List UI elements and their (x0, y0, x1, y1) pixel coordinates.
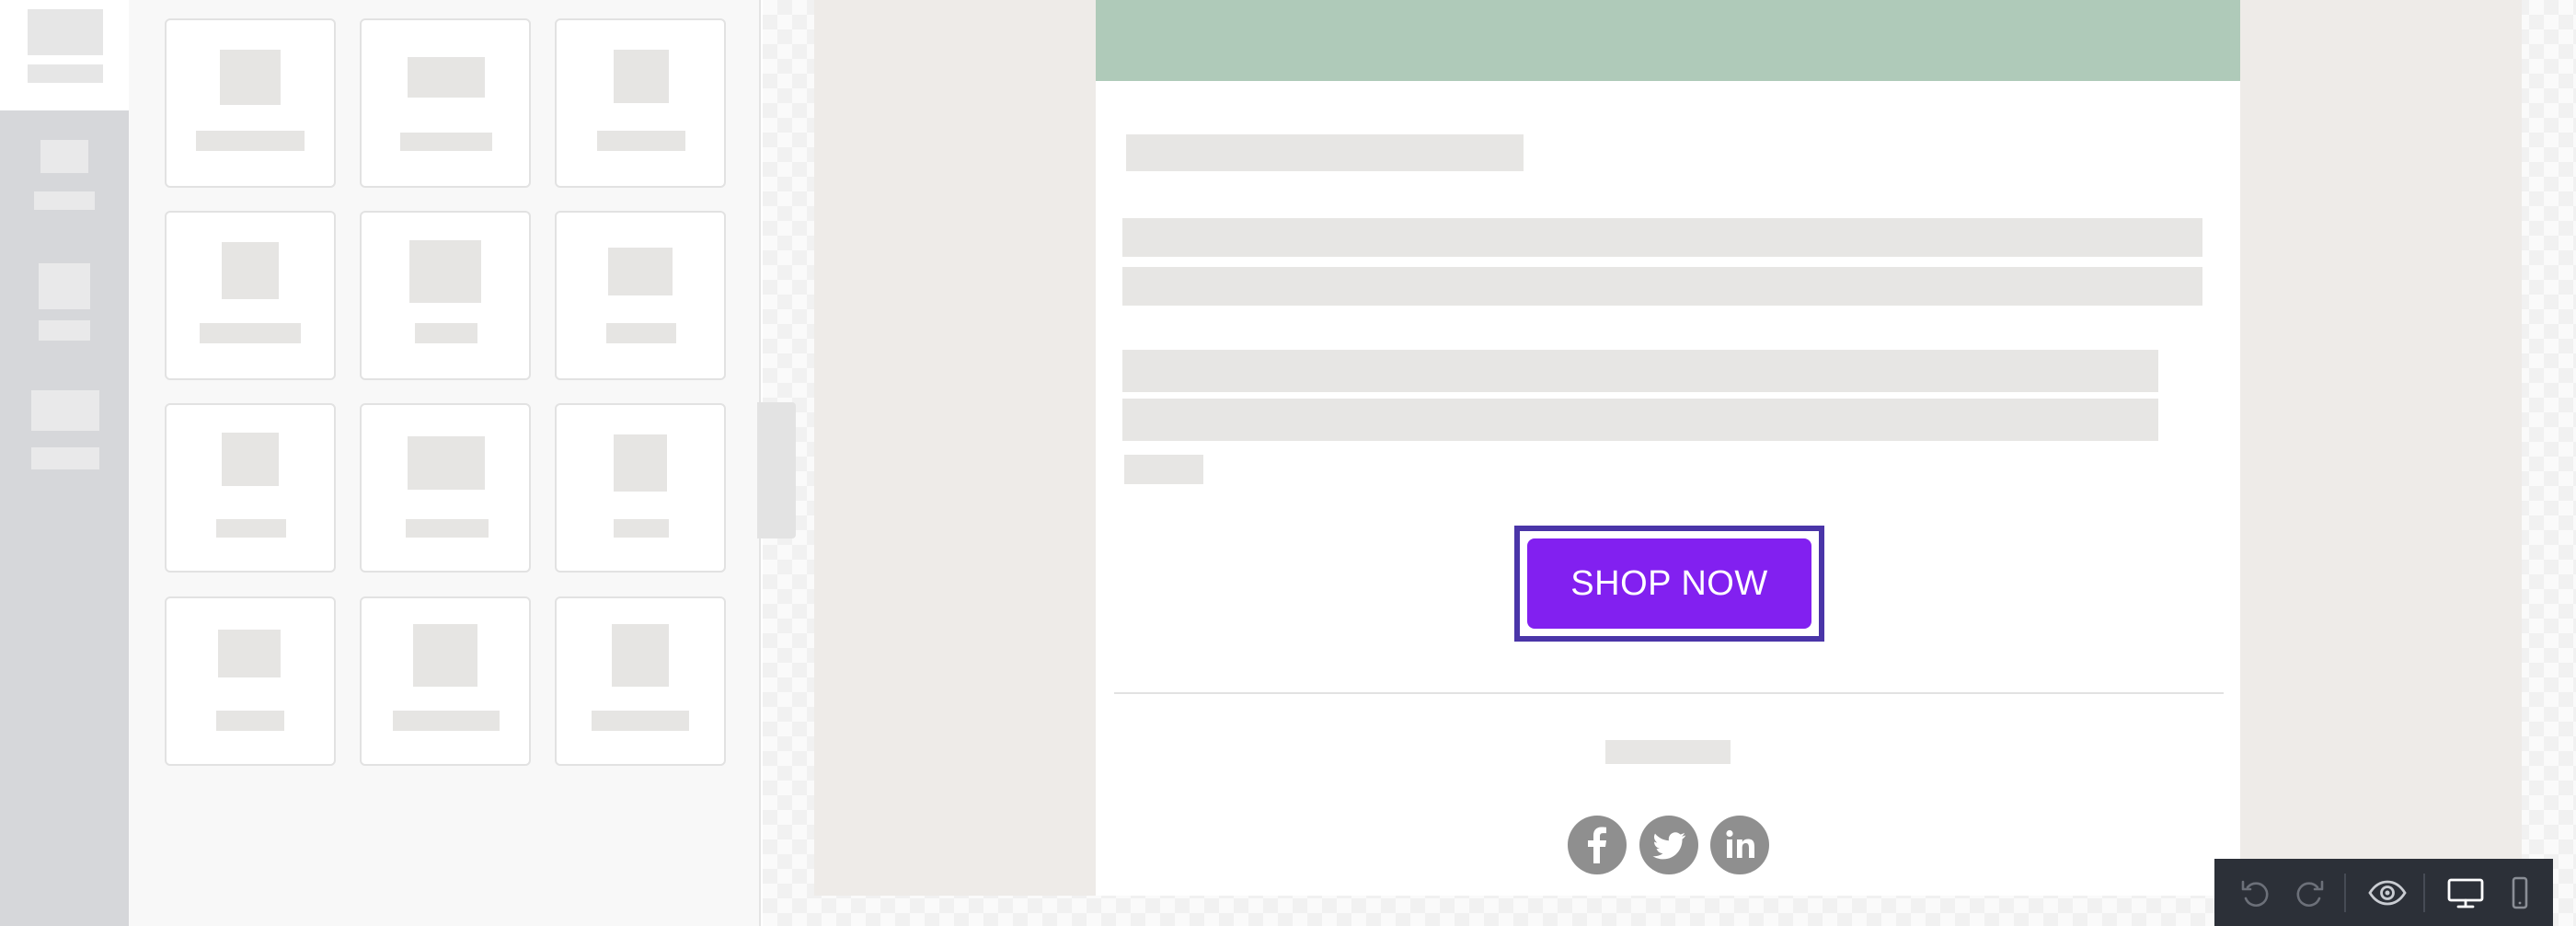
facebook-icon[interactable] (1568, 816, 1627, 874)
block-icon (222, 242, 279, 299)
email-header-banner[interactable] (1096, 0, 2240, 81)
content-block-tile[interactable] (360, 596, 531, 766)
block-label (614, 519, 669, 538)
block-icon (614, 50, 669, 103)
block-icon (408, 57, 485, 98)
content-block-tile[interactable] (555, 403, 726, 573)
block-icon (608, 248, 673, 295)
block-icon (218, 630, 281, 677)
block-label (216, 519, 286, 538)
content-block-tile[interactable] (360, 18, 531, 188)
eye-glyph (2368, 880, 2407, 905)
tab-icon (40, 140, 88, 173)
redo-glyph (2296, 880, 2324, 907)
block-label (400, 133, 492, 151)
content-block-tile[interactable] (555, 18, 726, 188)
block-label (406, 519, 489, 538)
sidebar-tab-rail (0, 0, 129, 926)
content-blocks-panel (129, 0, 761, 926)
twitter-icon[interactable] (1639, 816, 1698, 874)
block-label (597, 131, 685, 151)
tab-icon (39, 263, 90, 309)
email-editor: SHOP NOW (0, 0, 2576, 926)
content-block-tile[interactable] (165, 18, 336, 188)
tab-label (34, 191, 95, 210)
toolbar-separator (2423, 874, 2425, 912)
block-icon (413, 624, 477, 687)
linkedin-glyph (1726, 829, 1754, 858)
block-icon (409, 240, 481, 303)
email-divider (1114, 692, 2224, 694)
tab-icon (28, 9, 103, 55)
block-icon (614, 434, 667, 492)
paragraph-line-placeholder[interactable] (1122, 350, 2158, 392)
block-icon (220, 50, 281, 105)
block-label (216, 711, 284, 731)
editor-bottom-toolbar (2214, 859, 2553, 926)
block-icon (222, 433, 279, 486)
paragraph-line-placeholder[interactable] (1122, 218, 2202, 257)
content-block-tile[interactable] (555, 596, 726, 766)
undo-icon[interactable] (2229, 859, 2281, 926)
paragraph-line-placeholder[interactable] (1122, 399, 2158, 441)
mobile-view-icon[interactable] (2496, 859, 2544, 926)
panel-collapse-handle[interactable] (757, 402, 796, 538)
paragraph-line-placeholder[interactable] (1124, 455, 1203, 484)
email-heading-placeholder[interactable] (1126, 134, 1524, 171)
block-icon (408, 436, 485, 490)
tab-saved-blocks[interactable] (0, 377, 129, 479)
desktop-view-icon[interactable] (2437, 859, 2494, 926)
tab-label (28, 64, 103, 83)
undo-glyph (2241, 880, 2269, 907)
mobile-glyph (2512, 876, 2528, 909)
block-label (393, 711, 500, 731)
content-block-tile[interactable] (165, 211, 336, 380)
block-label (196, 131, 305, 151)
tab-settings[interactable] (0, 249, 129, 350)
content-block-tile[interactable] (360, 211, 531, 380)
paragraph-line-placeholder[interactable] (1122, 267, 2202, 306)
block-label (592, 711, 689, 731)
tab-content-blocks[interactable] (0, 0, 129, 110)
tab-label (39, 320, 90, 341)
tab-label (31, 447, 99, 469)
twitter-glyph (1652, 832, 1685, 860)
shop-now-button[interactable]: SHOP NOW (1527, 538, 1811, 629)
content-block-tile[interactable] (555, 211, 726, 380)
block-label (200, 323, 301, 343)
block-icon (612, 624, 669, 687)
block-label (606, 323, 676, 343)
email-content-area: SHOP NOW (1096, 0, 2240, 896)
linkedin-icon[interactable] (1710, 816, 1769, 874)
facebook-glyph (1588, 827, 1606, 863)
content-block-tile[interactable] (360, 403, 531, 573)
tab-icon (31, 390, 99, 431)
block-label (415, 323, 477, 343)
toolbar-separator (2344, 874, 2346, 912)
tab-rows[interactable] (0, 129, 129, 221)
desktop-glyph (2447, 878, 2484, 908)
footer-text-placeholder[interactable] (1605, 740, 1731, 764)
content-block-tile[interactable] (165, 596, 336, 766)
redo-icon[interactable] (2284, 859, 2336, 926)
content-block-tile[interactable] (165, 403, 336, 573)
preview-eye-icon[interactable] (2358, 859, 2417, 926)
